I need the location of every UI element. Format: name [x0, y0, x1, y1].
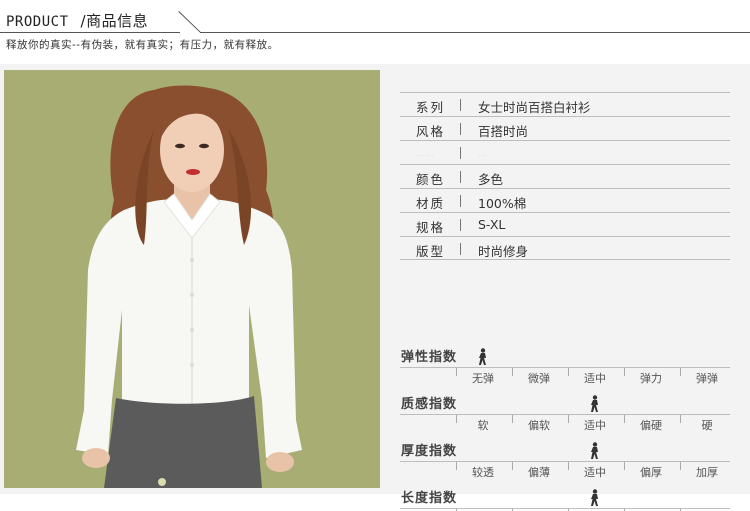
index-scale-label: 较透 — [472, 466, 494, 479]
index-tick — [624, 415, 625, 423]
spec-separator — [460, 195, 461, 207]
product-photo — [4, 70, 380, 488]
page-title: PRODUCT/商品信息 — [6, 10, 148, 31]
spec-separator — [460, 123, 461, 135]
spec-label: 规格 — [416, 220, 446, 235]
index-tick — [568, 368, 569, 376]
index-scale-label: 偏厚 — [640, 466, 662, 479]
page-subtitle: 释放你的真实--有伪装，就有真实；有压力，就有释放。 — [6, 39, 279, 51]
index-scale-label: 偏软 — [528, 419, 550, 432]
index-title: 厚度指数 — [401, 444, 458, 459]
index-scale-label: 微弹 — [528, 372, 550, 385]
spec-label: 风格 — [416, 124, 446, 139]
spec-row: 规格 S-XL — [400, 212, 730, 236]
index-tick — [568, 415, 569, 423]
index-tick — [456, 462, 457, 470]
walking-figure-icon — [588, 442, 602, 460]
index-scale-label: 适中 — [584, 419, 606, 432]
spec-value: 多色 — [478, 172, 504, 187]
title-underline — [0, 32, 180, 33]
index-tick — [456, 368, 457, 376]
title-chinese: /商品信息 — [80, 12, 149, 30]
index-tick — [680, 415, 681, 423]
index-scale-label: 硬 — [701, 419, 713, 432]
index-scale-label: 加厚 — [696, 466, 718, 479]
spec-row: 颜色 多色 — [400, 164, 730, 188]
spec-value: … — [478, 149, 486, 158]
index-title: 弹性指数 — [401, 350, 458, 365]
spec-label: 颜色 — [416, 172, 446, 187]
title-slant-divider — [178, 11, 201, 33]
index-tick — [624, 462, 625, 470]
index-title: 质感指数 — [401, 397, 458, 412]
index-tick — [512, 462, 513, 470]
title-english: PRODUCT — [6, 14, 69, 30]
index-scale-label: 偏硬 — [640, 419, 662, 432]
index-tick — [512, 415, 513, 423]
walking-figure-icon — [588, 489, 602, 507]
spec-value: 100%棉 — [478, 196, 527, 211]
index-scale-label: 适中 — [584, 372, 606, 385]
index-scale-label: 偏薄 — [528, 466, 550, 479]
spec-separator — [460, 171, 461, 183]
index-scale-label: 无弹 — [472, 372, 494, 385]
spec-value: 百搭时尚 — [478, 124, 529, 139]
index-tick — [680, 368, 681, 376]
product-panel: 系列 女士时尚百搭白衬衫 风格 百搭时尚……… 颜色 多色 材质 100%棉 规格 S-XL 版型时… — [0, 64, 750, 511]
index-tick — [568, 462, 569, 470]
index-tick — [512, 368, 513, 376]
index-tick — [456, 415, 457, 423]
walking-figure-icon — [588, 395, 602, 413]
spec-label: …… — [416, 149, 436, 158]
walking-figure-icon — [476, 348, 490, 366]
spec-value: 女士时尚百搭白衬衫 — [478, 100, 591, 115]
spec-value: 时尚修身 — [478, 244, 529, 259]
index-scale-label: 弹弹 — [696, 372, 718, 385]
index-scale-label: 软 — [477, 419, 489, 432]
spec-table: 系列 女士时尚百搭白衬衫 风格 百搭时尚……… 颜色 多色 材质 100%棉 规格 S-XL 版型时… — [400, 92, 730, 260]
index-scale-label: 弹力 — [640, 372, 662, 385]
spec-label: 材质 — [416, 196, 446, 211]
spec-row: 系列 女士时尚百搭白衬衫 — [400, 92, 730, 116]
index-tick — [680, 462, 681, 470]
spec-separator — [460, 219, 461, 231]
spec-separator — [460, 99, 461, 111]
spec-row: 材质 100%棉 — [400, 188, 730, 212]
index-tick — [624, 368, 625, 376]
header-rule — [200, 32, 750, 33]
page-header: PRODUCT/商品信息 释放你的真实--有伪装，就有真实；有压力，就有释放。 — [0, 0, 750, 54]
spec-separator — [460, 147, 461, 159]
spec-label: 版型 — [416, 244, 446, 259]
model-illustration — [4, 70, 380, 488]
index-title: 长度指数 — [401, 491, 458, 506]
spec-value: S-XL — [478, 217, 506, 232]
spec-row: ……… — [400, 140, 730, 164]
spec-label: 系列 — [416, 100, 446, 115]
spec-separator — [460, 243, 461, 255]
spec-row: 风格 百搭时尚 — [400, 116, 730, 140]
spec-row: 版型 时尚修身 — [400, 236, 730, 260]
index-scale-label: 适中 — [584, 466, 606, 479]
